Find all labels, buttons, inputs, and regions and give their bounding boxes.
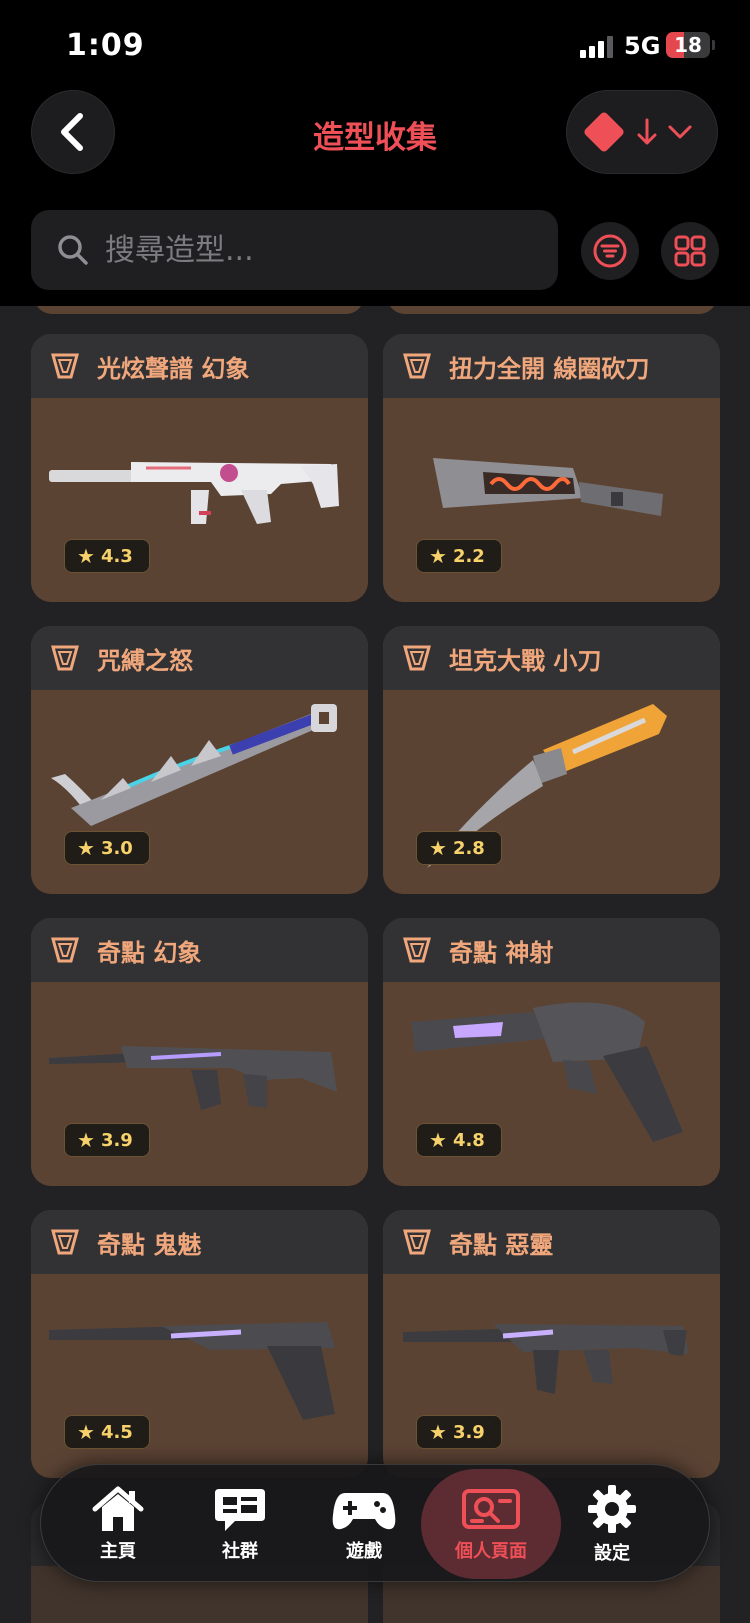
card-header: 光炫聲譜 幻象 [31, 334, 368, 398]
rating-value: 4.3 [100, 545, 133, 567]
rating-badge: ★ 4.5 [64, 1415, 150, 1449]
tab-games[interactable]: 遊戲 [301, 1465, 427, 1583]
tab-label: 遊戲 [346, 1541, 382, 1562]
tab-community[interactable]: 社群 [177, 1465, 303, 1583]
chevron-down-icon [668, 125, 692, 139]
rating-badge: ★ 3.9 [416, 1415, 502, 1449]
gear-icon [588, 1485, 636, 1533]
status-bar: 1:09 5G 18 [0, 0, 750, 90]
card-peek [387, 306, 717, 314]
search-input[interactable] [105, 232, 505, 268]
card-header: 咒縛之怒 [31, 626, 368, 690]
skin-card[interactable]: 奇點 幻象 ★ 3.9 [31, 918, 368, 1186]
signal-icon [580, 36, 616, 58]
star-icon: ★ [429, 1128, 447, 1152]
star-icon: ★ [77, 544, 95, 568]
sort-button[interactable] [566, 90, 718, 174]
card-title: 奇點 惡靈 [449, 1230, 554, 1259]
skin-card[interactable]: 奇點 鬼魅 ★ 4.5 [31, 1210, 368, 1478]
card-title: 坦克大戰 小刀 [449, 646, 602, 675]
tab-settings[interactable]: 設定 [549, 1465, 675, 1583]
search-box [31, 210, 558, 290]
tier-shield-icon [51, 937, 79, 963]
grid-icon [674, 235, 706, 267]
rating-value: 3.9 [100, 1129, 133, 1151]
search-icon [58, 235, 88, 265]
card-header: 奇點 幻象 [31, 918, 368, 982]
tier-shield-icon [51, 645, 79, 671]
skin-grid[interactable]: 光炫聲譜 幻象 ★ 4.3 扭力全開 線圈砍刀 ★ 2.2 咒縛之怒 ★ 3.0… [0, 306, 750, 1623]
profile-card-icon [462, 1489, 520, 1529]
tier-shield-icon [403, 645, 431, 671]
rating-value: 2.8 [452, 837, 485, 859]
skin-card[interactable]: 扭力全開 線圈砍刀 ★ 2.2 [383, 334, 720, 602]
tab-profile[interactable]: 個人頁面 [421, 1469, 561, 1579]
diamond-icon [582, 110, 626, 154]
rating-badge: ★ 4.8 [416, 1123, 502, 1157]
tier-shield-icon [51, 1229, 79, 1255]
tab-label: 主頁 [100, 1541, 136, 1562]
status-time: 1:09 [66, 28, 145, 63]
tab-label: 設定 [594, 1543, 630, 1564]
card-title: 奇點 神射 [449, 938, 554, 967]
grid-view-button[interactable] [661, 222, 719, 280]
header: 造型收集 [0, 88, 750, 178]
tab-label: 社群 [222, 1541, 258, 1562]
card-title: 咒縛之怒 [97, 646, 193, 675]
card-header: 扭力全開 線圈砍刀 [383, 334, 720, 398]
home-icon [92, 1486, 144, 1531]
rating-value: 3.9 [452, 1421, 485, 1443]
skin-card[interactable]: 咒縛之怒 ★ 3.0 [31, 626, 368, 894]
rating-value: 2.2 [452, 545, 485, 567]
star-icon: ★ [77, 836, 95, 860]
rating-badge: ★ 3.0 [64, 831, 150, 865]
card-header: 坦克大戰 小刀 [383, 626, 720, 690]
arrow-down-icon [637, 118, 657, 145]
card-title: 光炫聲譜 幻象 [97, 354, 250, 383]
star-icon: ★ [429, 544, 447, 568]
rating-badge: ★ 4.3 [64, 539, 150, 573]
tab-label: 個人頁面 [455, 1541, 527, 1562]
battery-icon: 18 [666, 32, 710, 58]
tab-home[interactable]: 主頁 [55, 1465, 181, 1583]
card-title: 扭力全開 線圈砍刀 [449, 354, 650, 383]
network-label: 5G [624, 32, 661, 60]
rating-value: 3.0 [100, 837, 133, 859]
rating-badge: ★ 3.9 [64, 1123, 150, 1157]
filter-icon [593, 234, 627, 268]
star-icon: ★ [429, 836, 447, 860]
skin-card[interactable]: 光炫聲譜 幻象 ★ 4.3 [31, 334, 368, 602]
rating-badge: ★ 2.2 [416, 539, 502, 573]
card-title: 奇點 鬼魅 [97, 1230, 202, 1259]
star-icon: ★ [77, 1128, 95, 1152]
tier-shield-icon [403, 937, 431, 963]
rating-value: 4.8 [452, 1129, 485, 1151]
battery-level: 18 [674, 33, 702, 57]
skin-card[interactable]: 奇點 神射 ★ 4.8 [383, 918, 720, 1186]
tier-shield-icon [403, 1229, 431, 1255]
card-header: 奇點 神射 [383, 918, 720, 982]
skin-card[interactable]: 坦克大戰 小刀 ★ 2.8 [383, 626, 720, 894]
tier-shield-icon [403, 353, 431, 379]
card-header: 奇點 惡靈 [383, 1210, 720, 1274]
tier-shield-icon [51, 353, 79, 379]
chat-icon [215, 1489, 265, 1531]
card-header: 奇點 鬼魅 [31, 1210, 368, 1274]
skin-card[interactable]: 奇點 惡靈 ★ 3.9 [383, 1210, 720, 1478]
star-icon: ★ [77, 1420, 95, 1444]
gamepad-icon [332, 1493, 396, 1530]
card-peek [34, 306, 364, 314]
rating-badge: ★ 2.8 [416, 831, 502, 865]
filter-button[interactable] [581, 222, 639, 280]
tab-bar: 主頁 社群 遊戲 個人頁面 設定 [40, 1464, 710, 1582]
card-title: 奇點 幻象 [97, 938, 202, 967]
star-icon: ★ [429, 1420, 447, 1444]
rating-value: 4.5 [100, 1421, 133, 1443]
